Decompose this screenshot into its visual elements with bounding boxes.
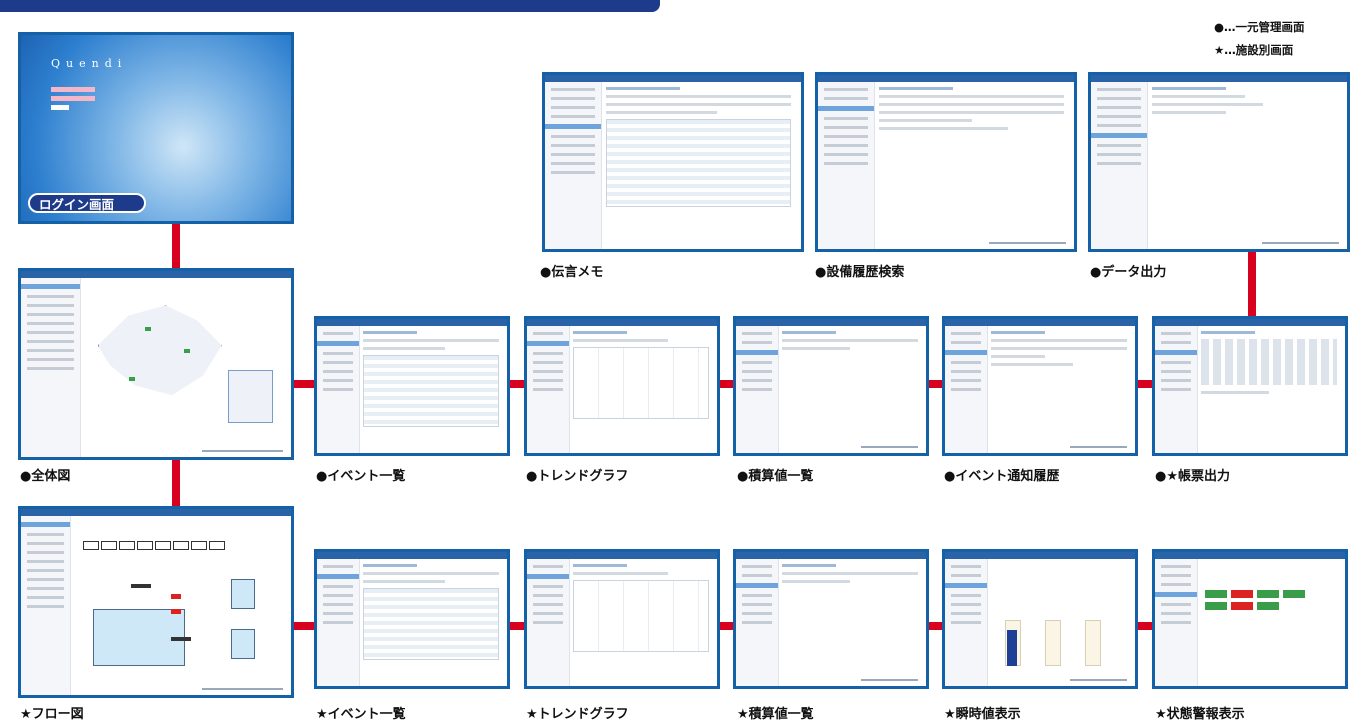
screen-status-alarm[interactable] [1152, 549, 1348, 689]
caption-status-alarm: ★状態警報表示 [1155, 707, 1245, 722]
login-field [51, 96, 95, 101]
caption-data-output: ●データ出力 [1090, 265, 1167, 280]
connector-overview-flow [172, 458, 180, 510]
legend-facility: ★…施設別画面 [1214, 43, 1294, 57]
screen-memo[interactable] [542, 72, 804, 252]
connector-login-overview [172, 220, 180, 272]
connector-dataoutput-report [1248, 250, 1256, 318]
caption-flow: ★フロー図 [20, 707, 84, 722]
caption-f-trend-graph: ★トレンドグラフ [526, 707, 629, 722]
caption-equipment-history: ●設備履歴検索 [815, 265, 905, 280]
login-field [51, 87, 95, 92]
caption-f-event-list: ★イベント一覧 [316, 707, 406, 722]
screen-f-integrated-values[interactable] [733, 549, 929, 689]
legend: ●…一元管理画面 ★…施設別画面 [1214, 16, 1305, 62]
screen-event-list[interactable] [314, 316, 510, 456]
caption-trend-graph: ●トレンドグラフ [526, 469, 629, 484]
screen-data-output[interactable] [1088, 72, 1350, 252]
overview-map [86, 291, 283, 435]
caption-event-list: ●イベント一覧 [316, 469, 406, 484]
header-banner [0, 0, 660, 12]
login-button-mock [51, 105, 69, 110]
screen-f-trend-graph[interactable] [524, 549, 720, 689]
caption-event-notification: ●イベント通知履歴 [944, 469, 1060, 484]
screen-event-notification[interactable] [942, 316, 1138, 456]
caption-f-integrated-values: ★積算値一覧 [737, 707, 814, 722]
screen-f-event-list[interactable] [314, 549, 510, 689]
screen-trend-graph[interactable] [524, 316, 720, 456]
caption-report-output: ●★帳票出力 [1155, 469, 1230, 484]
legend-unified: ●…一元管理画面 [1214, 20, 1305, 34]
caption-memo: ●伝言メモ [540, 265, 604, 280]
screen-integrated-values[interactable] [733, 316, 929, 456]
screen-overview[interactable] [18, 268, 294, 460]
screen-equipment-history[interactable] [815, 72, 1077, 252]
screen-report-output[interactable] [1152, 316, 1348, 456]
screen-flow[interactable] [18, 506, 294, 698]
caption-integrated-values: ●積算値一覧 [737, 469, 814, 484]
caption-overview: ●全体図 [20, 469, 71, 484]
caption-instant-values: ★瞬時値表示 [944, 707, 1021, 722]
login-badge: ログイン画面 [28, 193, 146, 213]
screen-instant-values[interactable] [942, 549, 1138, 689]
logo: Quendi [51, 57, 128, 70]
